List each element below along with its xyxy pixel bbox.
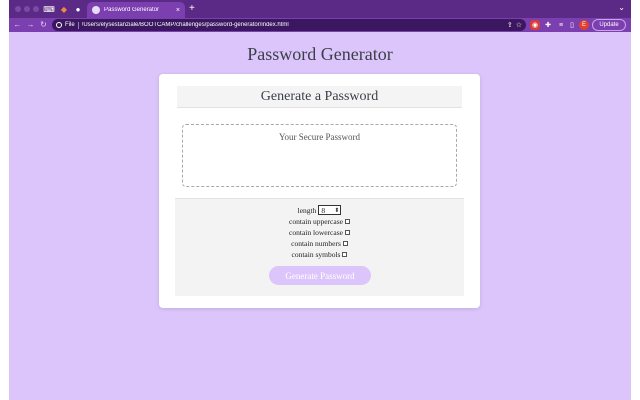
new-tab-button[interactable]: + <box>189 3 195 15</box>
lowercase-checkbox[interactable] <box>344 230 350 235</box>
update-button[interactable]: Update <box>592 19 626 31</box>
generator-card: Generate a Password Your Secure Password… <box>159 74 480 308</box>
window-minimize-control[interactable] <box>24 6 30 12</box>
option-label: contain uppercase <box>289 217 343 226</box>
card-header: Generate a Password <box>177 86 462 108</box>
pinned-tab-icon[interactable]: ⌨ <box>43 4 55 14</box>
close-icon[interactable]: × <box>176 7 180 14</box>
option-numbers: contain numbers <box>175 239 464 248</box>
option-label: contain numbers <box>291 239 341 248</box>
side-panel-icon[interactable]: ▯ <box>567 20 577 30</box>
window-zoom-control[interactable] <box>33 6 39 12</box>
option-uppercase: contain uppercase <box>175 217 464 226</box>
option-lowercase: contain lowercase <box>175 228 464 237</box>
extension-icon[interactable]: ◉ <box>530 20 540 30</box>
tab-title: Password Generator <box>104 7 160 13</box>
share-icon[interactable]: ⇪ <box>507 21 513 29</box>
option-label: contain symbols <box>291 250 341 259</box>
avatar[interactable]: E <box>579 20 589 30</box>
card-footer: length 8 ⬍ contain uppercase contain low… <box>175 198 464 296</box>
globe-icon <box>92 6 100 14</box>
back-icon[interactable]: ← <box>12 19 23 30</box>
length-label: length <box>297 205 317 215</box>
gitlab-icon[interactable]: ◆ <box>59 4 69 14</box>
bookmark-star-icon[interactable]: ☆ <box>516 21 522 29</box>
file-chip: File <box>65 22 75 28</box>
symbols-checkbox[interactable] <box>342 252 348 257</box>
password-textarea[interactable]: Your Secure Password <box>182 124 457 187</box>
divider <box>77 21 79 29</box>
address-bar[interactable]: File /Users/elysestanziale/BOOTCAMP/chal… <box>52 19 526 31</box>
length-row: length 8 ⬍ <box>175 205 464 215</box>
url-text[interactable]: /Users/elysestanziale/BOOTCAMP/challenge… <box>82 22 504 28</box>
option-symbols: contain symbols <box>175 250 464 259</box>
reading-list-icon[interactable]: ≡ <box>556 20 566 30</box>
numbers-checkbox[interactable] <box>342 241 348 246</box>
length-value: 8 <box>321 205 326 215</box>
github-icon[interactable]: ● <box>73 4 83 14</box>
puzzle-icon[interactable]: ✚ <box>543 20 553 30</box>
forward-icon[interactable]: → <box>25 19 36 30</box>
page-viewport: Password Generator Generate a Password Y… <box>9 32 631 400</box>
uppercase-checkbox[interactable] <box>344 219 350 224</box>
window-close-control[interactable] <box>15 6 21 12</box>
generate-password-button[interactable]: Generate Password <box>269 266 371 285</box>
browser-toolbar: ← → ↻ File /Users/elysestanziale/BOOTCAM… <box>9 18 631 32</box>
reload-icon[interactable]: ↻ <box>38 19 49 30</box>
chevron-down-icon: ⬍ <box>334 208 340 214</box>
tab-search-icon[interactable]: ⌄ <box>618 3 625 12</box>
page-title: Password Generator <box>247 44 393 64</box>
window-frame-right <box>631 0 640 400</box>
option-label: contain lowercase <box>289 228 343 237</box>
window-frame-left <box>0 0 9 400</box>
tab-strip: ⌨ ◆ ● Password Generator × + ⌄ <box>9 0 631 18</box>
length-select[interactable]: 8 ⬍ <box>318 205 342 215</box>
info-icon[interactable] <box>56 22 62 28</box>
tab-password-generator[interactable]: Password Generator × <box>87 2 185 18</box>
